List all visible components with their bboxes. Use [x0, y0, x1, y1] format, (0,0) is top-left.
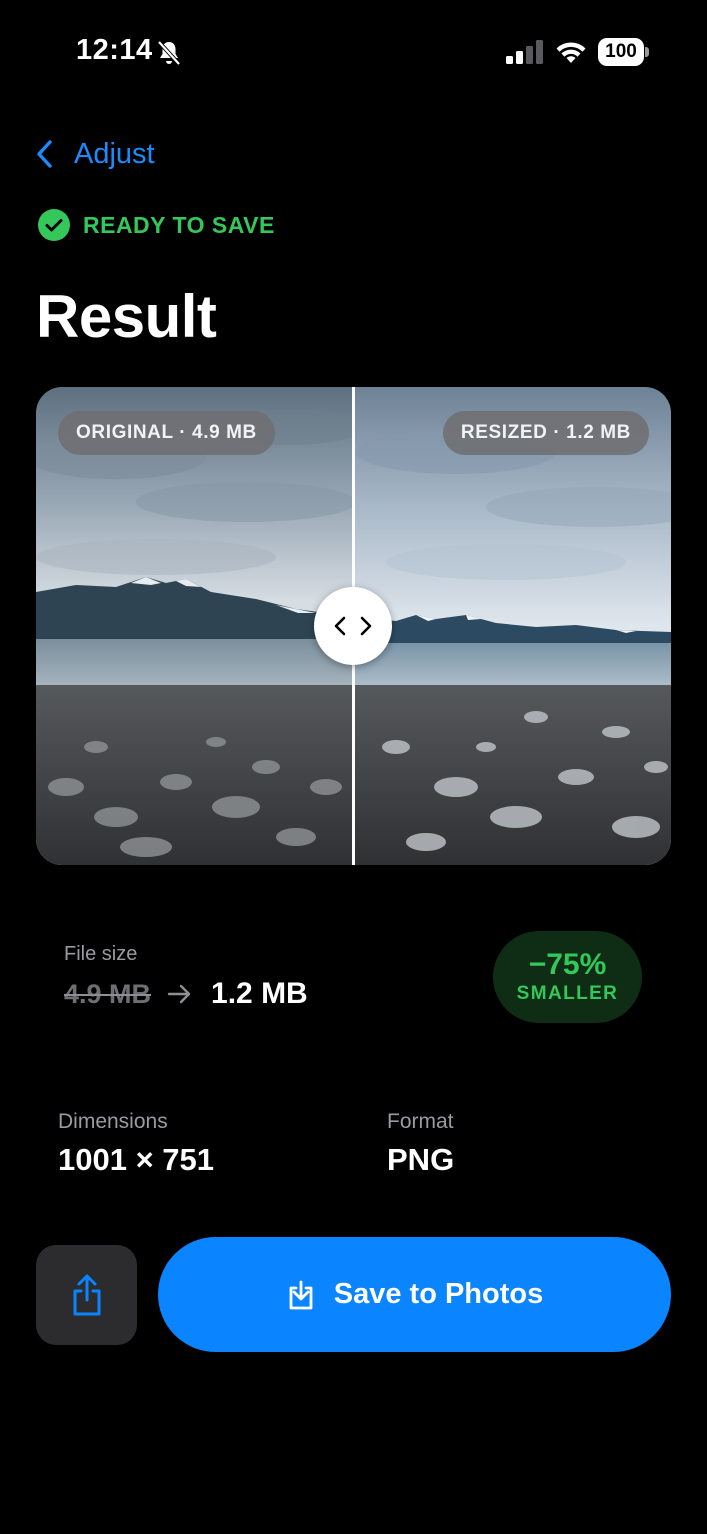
battery-cap	[645, 47, 649, 57]
download-tray-icon	[289, 1280, 313, 1309]
file-size-label: File size	[64, 943, 138, 965]
back-button[interactable]: Adjust	[34, 134, 155, 174]
arrow-right-icon	[167, 984, 191, 1004]
dimensions-value: 1001 × 751	[58, 1142, 215, 1177]
savings-percent: −75%	[528, 948, 607, 981]
cellular-signal-icon	[506, 40, 543, 64]
dimensions-label: Dimensions	[58, 1110, 168, 1133]
resized-file-size: 1.2 MB	[211, 977, 308, 1010]
savings-badge: −75% SMALLER	[493, 931, 642, 1023]
savings-label: SMALLER	[516, 983, 619, 1004]
chevron-left-icon	[37, 140, 52, 168]
file-size-row: 4.9 MB 1.2 MB	[64, 976, 308, 1012]
share-icon	[73, 1274, 100, 1316]
battery-level: 100	[598, 38, 644, 66]
original-file-size: 4.9 MB	[64, 978, 152, 1009]
back-label: Adjust	[74, 137, 155, 170]
resized-size-pill: RESIZED · 1.2 MB	[442, 411, 649, 455]
ready-status: READY TO SAVE	[38, 209, 275, 241]
status-time: 12:14	[76, 34, 153, 66]
share-button[interactable]	[36, 1245, 137, 1345]
checkmark-circle-icon	[38, 209, 70, 241]
battery-icon: 100	[598, 38, 650, 66]
save-to-photos-button[interactable]: Save to Photos	[158, 1237, 671, 1352]
page-title: Result	[36, 283, 217, 350]
comparison-view[interactable]: ORIGINAL · 4.9 MB RESIZED · 1.2 MB	[36, 387, 671, 865]
wifi-icon	[556, 42, 586, 63]
bell-slash-icon	[157, 40, 181, 66]
format-label: Format	[387, 1110, 454, 1133]
chevron-left-right-icon	[334, 616, 372, 636]
ready-label: READY TO SAVE	[83, 211, 275, 238]
original-size-pill: ORIGINAL · 4.9 MB	[58, 411, 275, 455]
save-to-photos-label: Save to Photos	[333, 1278, 544, 1310]
comparison-handle[interactable]	[314, 587, 392, 665]
format-value: PNG	[387, 1142, 455, 1177]
status-bar: 12:14 100	[0, 0, 707, 100]
